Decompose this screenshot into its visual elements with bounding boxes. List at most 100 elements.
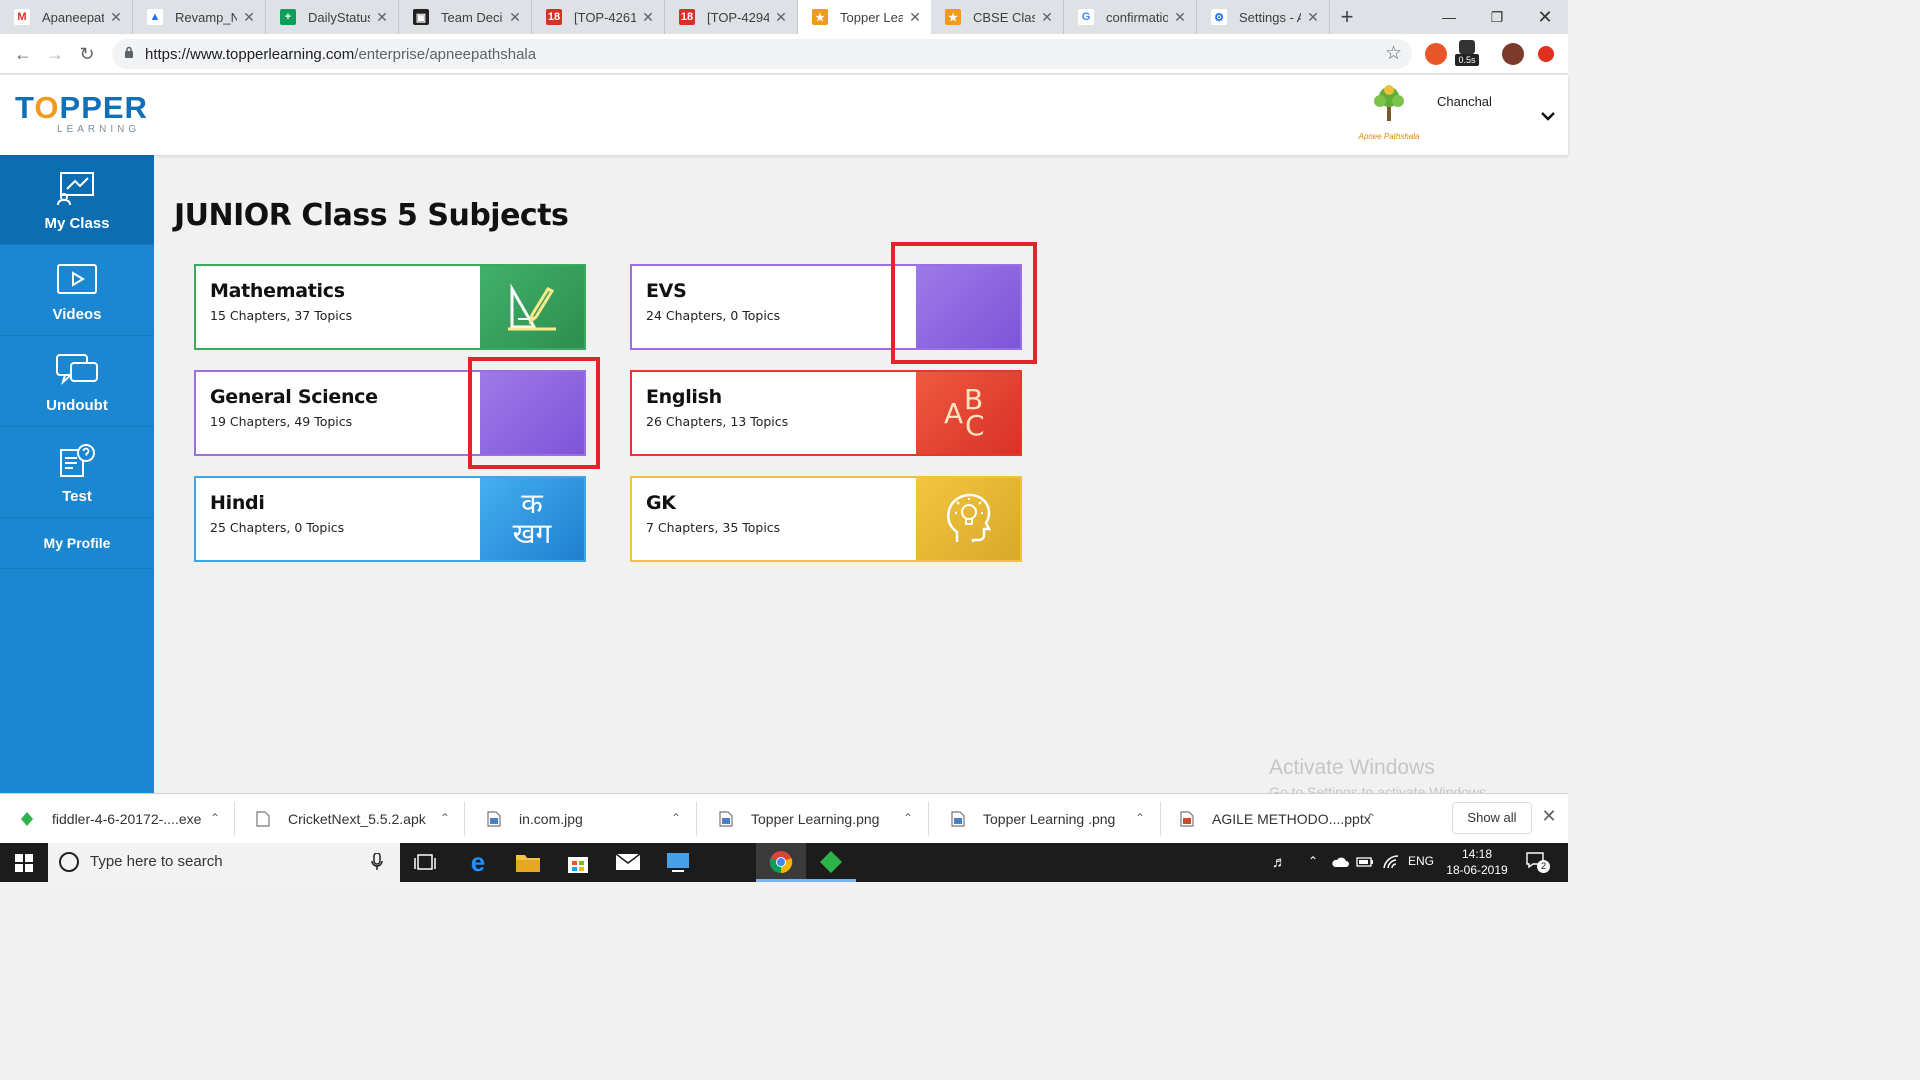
onedrive-cloud-icon[interactable]	[1331, 856, 1349, 868]
sidebar-item-test[interactable]: Test	[0, 428, 154, 518]
battery-icon[interactable]	[1356, 856, 1374, 868]
subject-name: GK	[646, 492, 676, 514]
app-pinned-icon[interactable]	[664, 849, 692, 875]
chevron-up-icon[interactable]: ⌃	[671, 811, 681, 825]
browser-tab[interactable]: Gconfirmation✕	[1064, 0, 1197, 34]
chevron-up-icon[interactable]: ⌃	[903, 811, 913, 825]
sidebar-item-label: Videos	[52, 306, 102, 323]
chevron-up-icon[interactable]: ⌃	[1135, 811, 1145, 825]
windows-start-icon[interactable]	[15, 854, 33, 872]
store-icon[interactable]	[564, 849, 592, 875]
system-clock[interactable]: 14:18 18-06-2019	[1444, 846, 1510, 878]
back-button[interactable]: ←	[10, 42, 36, 66]
sidebar-item-my-profile[interactable]: My Profile	[0, 519, 154, 569]
chevron-up-icon[interactable]: ⌃	[440, 811, 450, 825]
chrome-taskbar-button[interactable]	[756, 843, 806, 882]
close-window-button[interactable]: ✕	[1520, 0, 1570, 34]
action-center-icon[interactable]: 2	[1526, 852, 1550, 873]
download-item[interactable]: Topper Learning.png ⌃	[719, 794, 913, 844]
topper-logo[interactable]: TOPPER LEARNING	[15, 90, 148, 135]
download-separator	[1160, 802, 1161, 836]
sidebar-item-my-class[interactable]: My Class	[0, 155, 154, 245]
url-field[interactable]: https://www.topperlearning.com/enterpris…	[112, 39, 1412, 69]
wifi-icon[interactable]	[1382, 854, 1400, 870]
tab-title: [TOP-4261] [	[574, 9, 636, 25]
tab-close-icon[interactable]: ✕	[1172, 9, 1188, 26]
subject-card-hindi[interactable]: Hindi 25 Chapters, 0 Topics क खग	[194, 476, 586, 562]
update-icon[interactable]	[1538, 46, 1554, 62]
people-icon[interactable]: ♬	[1272, 854, 1287, 871]
subject-card-mathematics[interactable]: Mathematics 15 Chapters, 37 Topics	[194, 264, 586, 350]
new-tab-button[interactable]: +	[1330, 0, 1364, 34]
classroom-icon	[57, 172, 94, 205]
bookmark-star-icon[interactable]: ☆	[1385, 42, 1402, 65]
task-view-icon[interactable]	[412, 849, 440, 875]
extension-timer-icon[interactable]: 0.5s	[1455, 40, 1479, 68]
close-shelf-icon[interactable]: ✕	[1538, 806, 1560, 828]
show-all-downloads-button[interactable]: Show all	[1452, 802, 1532, 834]
chrome-icon	[769, 851, 793, 874]
subject-card-english[interactable]: English 26 Chapters, 13 Topics A B C	[630, 370, 1022, 456]
browser-tab[interactable]: M Apaneepath✕	[0, 0, 133, 34]
sidebar-item-undoubt[interactable]: Undoubt	[0, 337, 154, 427]
browser-tab[interactable]: ★ CBSE Class 1✕	[931, 0, 1064, 34]
partner-caption: Apnee Pathshala	[1358, 132, 1420, 141]
abc-icon: A B C	[916, 372, 1020, 454]
tab-close-icon[interactable]: ✕	[640, 9, 656, 26]
download-item[interactable]: in.com.jpg ⌃	[487, 794, 681, 844]
chevron-down-icon[interactable]	[1537, 105, 1559, 127]
browser-tab[interactable]: ▣ Team Decisio✕	[399, 0, 532, 34]
clock-time: 14:18	[1461, 847, 1493, 861]
chevron-up-tray-icon[interactable]: ⌃	[1308, 854, 1318, 868]
sidebar-item-videos[interactable]: Videos	[0, 246, 154, 336]
browser-tab[interactable]: 18 [TOP-4261] [✕	[532, 0, 665, 34]
edge-icon[interactable]: e	[464, 849, 492, 875]
maximize-window-button[interactable]: ❐	[1472, 0, 1522, 34]
user-name[interactable]: Chanchal	[1437, 94, 1492, 109]
chat-icon	[56, 354, 98, 385]
browser-tab[interactable]: ▲ Revamp_Nar✕	[133, 0, 266, 34]
subject-name: EVS	[646, 280, 687, 302]
fiddler-taskbar-button[interactable]	[806, 843, 856, 882]
tab-close-icon[interactable]: ✕	[507, 9, 523, 26]
mail-icon[interactable]	[614, 849, 642, 875]
download-filename: CricketNext_5.5.2.apk	[288, 811, 426, 827]
download-item[interactable]: fiddler-4-6-20172-....exe ⌃	[20, 794, 220, 844]
tab-close-icon[interactable]: ✕	[773, 9, 789, 26]
profile-avatar[interactable]	[1502, 43, 1524, 65]
tab-close-icon[interactable]: ✕	[241, 9, 257, 26]
image-file-icon	[719, 811, 733, 827]
chevron-up-icon[interactable]: ⌃	[1366, 811, 1376, 825]
test-icon	[60, 444, 95, 477]
download-item[interactable]: Topper Learning .png ⌃	[951, 794, 1145, 844]
tab-close-icon[interactable]: ✕	[374, 9, 390, 26]
browser-tab[interactable]: ★ Topper Learn✕	[798, 0, 931, 34]
download-item[interactable]: CricketNext_5.5.2.apk ⌃	[256, 794, 450, 844]
input-language-indicator[interactable]: ENG	[1408, 854, 1434, 868]
tab-close-icon[interactable]: ✕	[1305, 9, 1321, 26]
microphone-icon[interactable]	[371, 853, 383, 871]
browser-tab[interactable]: ⚙ Settings - Al✕	[1197, 0, 1330, 34]
chevron-up-icon[interactable]: ⌃	[210, 811, 220, 825]
tab-title: Revamp_Nar	[175, 9, 237, 25]
reload-button[interactable]: ↻	[74, 42, 100, 66]
idea-head-icon	[947, 493, 992, 542]
subject-card-gk[interactable]: GK 7 Chapters, 35 Topics	[630, 476, 1022, 562]
subject-meta: 15 Chapters, 37 Topics	[210, 308, 353, 323]
browser-tab[interactable]: 18 [TOP-4294] [✕	[665, 0, 798, 34]
download-separator	[696, 802, 697, 836]
installer-icon	[21, 812, 33, 826]
forward-button[interactable]: →	[42, 42, 68, 66]
download-filename: Topper Learning .png	[983, 811, 1116, 827]
extension-ball-icon[interactable]	[1425, 43, 1447, 65]
tab-close-icon[interactable]: ✕	[1039, 9, 1055, 26]
tab-close-icon[interactable]: ✕	[907, 9, 923, 26]
fiddler-icon	[820, 851, 842, 873]
tab-close-icon[interactable]: ✕	[108, 9, 124, 26]
taskbar-search-box[interactable]: Type here to search	[48, 843, 400, 882]
download-item[interactable]: AGILE METHODO....pptx ⌃	[1180, 794, 1376, 844]
file-explorer-icon[interactable]	[514, 849, 542, 875]
tab-title: Apaneepath	[42, 9, 104, 25]
minimize-window-button[interactable]: —	[1424, 0, 1474, 34]
browser-tab[interactable]: + DailyStatus_[✕	[266, 0, 399, 34]
